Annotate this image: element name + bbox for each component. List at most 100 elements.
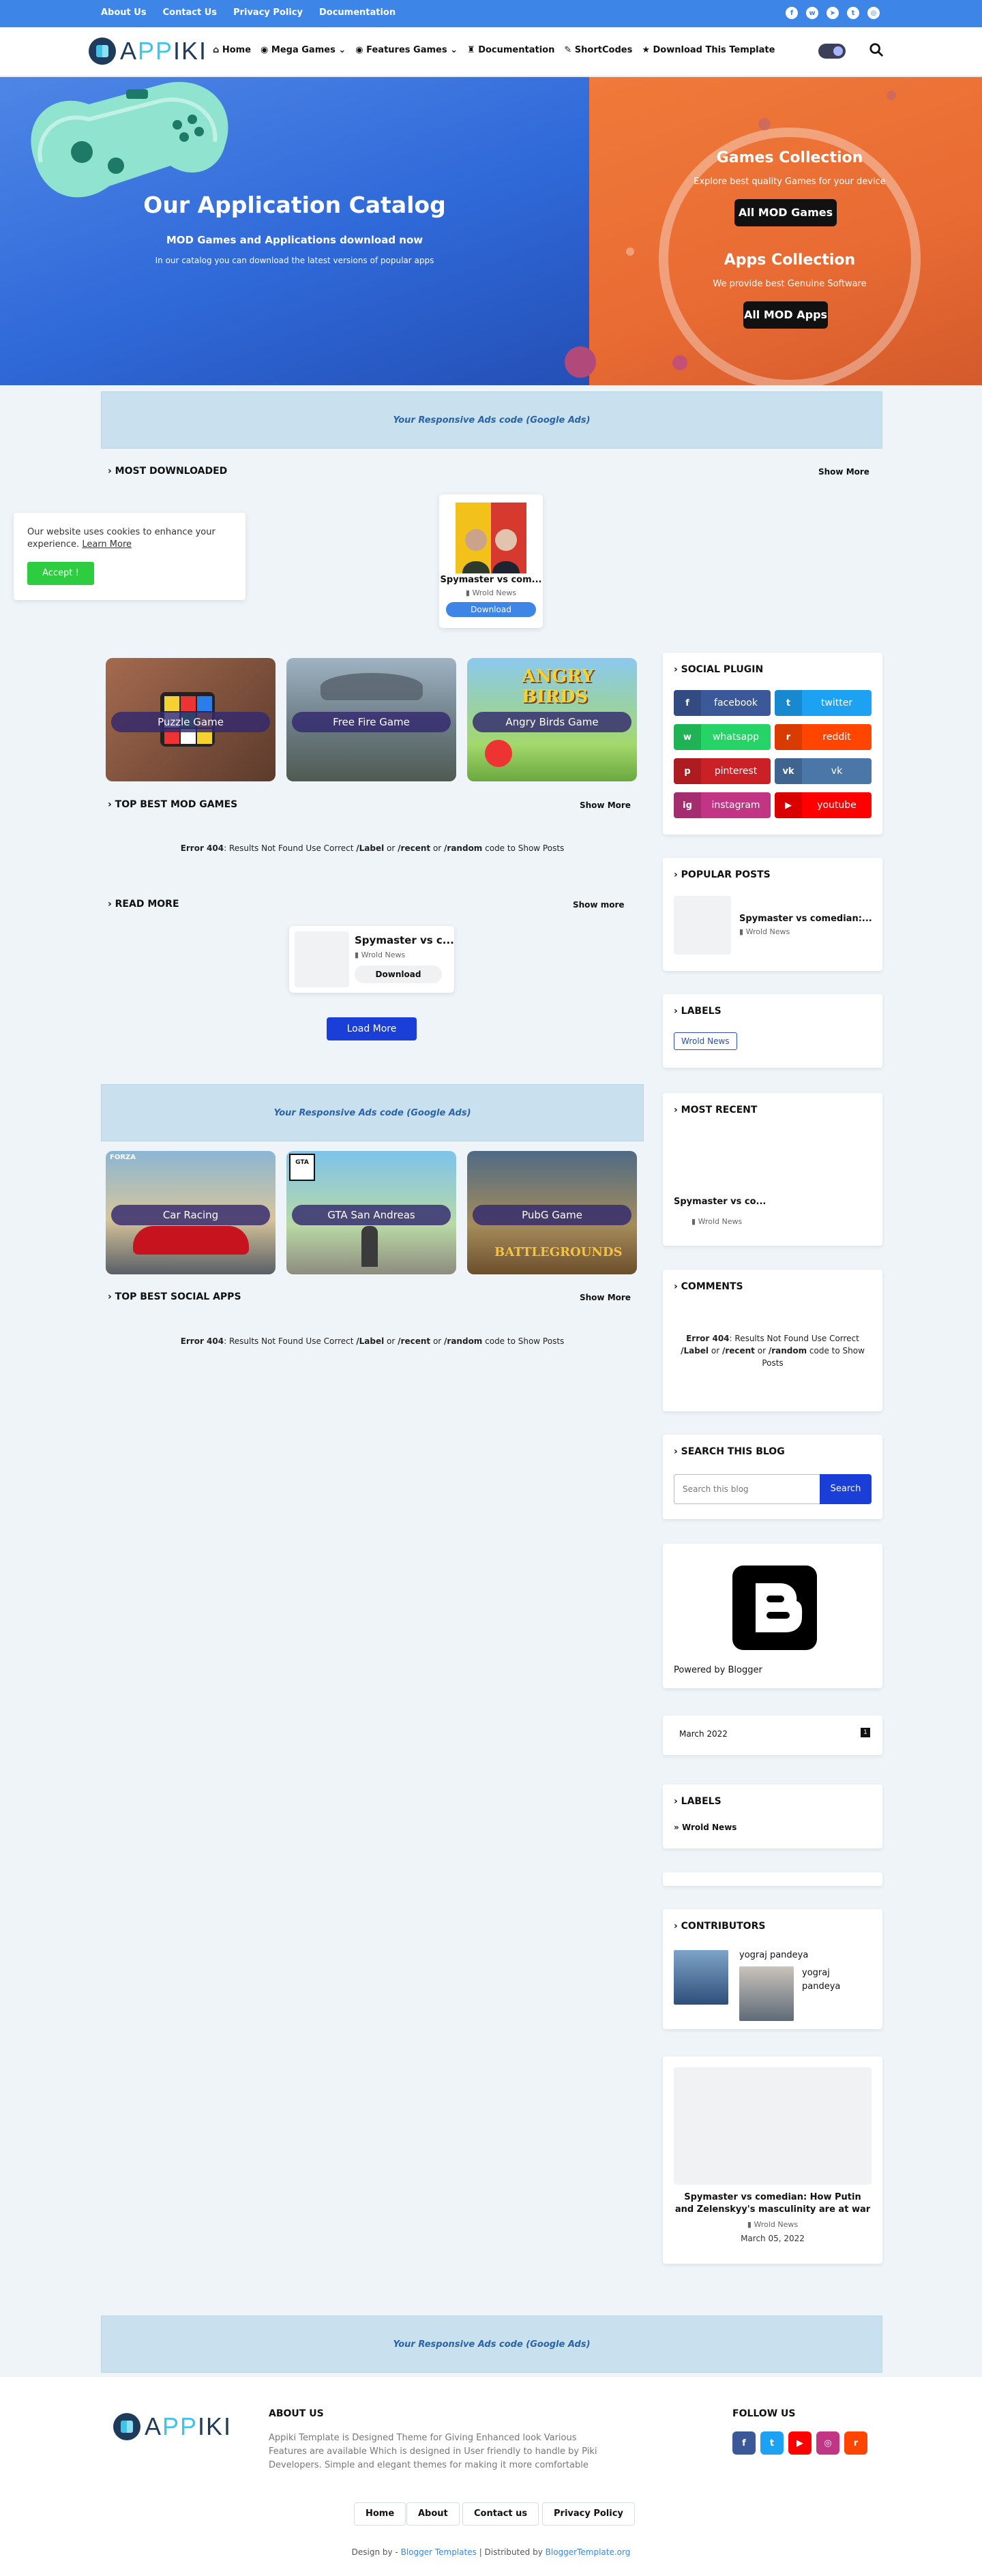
- featured-post-thumbnail[interactable]: [674, 2067, 872, 2185]
- twitter-icon[interactable]: t: [760, 2431, 784, 2455]
- search-input[interactable]: Search this blog: [674, 1474, 820, 1504]
- social-instagram-button[interactable]: ig instagram: [674, 792, 771, 818]
- social-reddit-button[interactable]: r reddit: [775, 724, 872, 750]
- ad-banner-top: Your Responsive Ads code (Google Ads): [101, 391, 882, 449]
- instagram-icon[interactable]: ◎: [867, 7, 880, 19]
- contributor-avatar[interactable]: [739, 1966, 794, 2021]
- angry-bird-shape: [485, 740, 512, 767]
- featured-post-date: March 05, 2022: [741, 2234, 805, 2243]
- dark-mode-toggle[interactable]: [818, 44, 846, 59]
- featured-post-widget: Spymaster vs comedian: How Putin and Zel…: [663, 2056, 882, 2264]
- telegram-icon[interactable]: ➤: [827, 7, 839, 19]
- cookie-learn-more[interactable]: Learn More: [82, 539, 132, 550]
- error-message: Error 404: Results Not Found Use Correct…: [681, 1334, 865, 1368]
- read-more-item-title[interactable]: Spymaster vs c...: [355, 934, 454, 946]
- archive-widget: March 2022 1: [663, 1716, 882, 1755]
- search-icon[interactable]: [869, 42, 884, 57]
- label-chip[interactable]: Wrold News: [674, 1032, 737, 1050]
- youtube-icon[interactable]: ▶: [788, 2431, 812, 2455]
- menu-download-template[interactable]: ★ Download This Template: [642, 45, 775, 55]
- search-widget: SEARCH THIS BLOG Search this blog Search: [663, 1435, 882, 1519]
- menu-features-games[interactable]: ◉ Features Games ⌄: [355, 45, 458, 55]
- social-facebook-button[interactable]: f facebook: [674, 690, 771, 716]
- top-social: f w ➤ t ◎: [786, 7, 880, 19]
- top-link-privacy[interactable]: Privacy Policy: [233, 8, 303, 18]
- read-more-download-button[interactable]: Download: [355, 965, 442, 983]
- footer-logo[interactable]: APPIKI: [113, 2412, 232, 2441]
- gta-logo: GTA: [289, 1154, 315, 1181]
- most-downloaded-item-title[interactable]: Spymaster vs com...: [439, 575, 543, 585]
- social-whatsapp-button[interactable]: w whatsapp: [674, 724, 771, 750]
- most-downloaded-download-button[interactable]: Download: [446, 602, 536, 617]
- category-card-car-racing[interactable]: FORZA Car Racing: [106, 1151, 276, 1274]
- games-collection-title: Games Collection: [716, 149, 863, 166]
- cookie-accept-button[interactable]: Accept !: [27, 562, 94, 585]
- social-plugin-title: SOCIAL PLUGIN: [674, 664, 764, 675]
- powered-by-blogger[interactable]: Powered by Blogger: [674, 1665, 762, 1675]
- social-twitter-button[interactable]: t twitter: [775, 690, 872, 716]
- read-more-show-more[interactable]: Show more: [573, 900, 625, 910]
- contributors-title: CONTRIBUTORS: [674, 1921, 766, 1932]
- popular-post-title[interactable]: Spymaster vs comedian:...: [739, 914, 872, 924]
- footer-link-privacy[interactable]: Privacy Policy: [542, 2502, 635, 2526]
- footer-link-home[interactable]: Home: [354, 2502, 406, 2526]
- most-recent-item-title[interactable]: Spymaster vs co...: [674, 1197, 766, 1207]
- top-link-about[interactable]: About Us: [101, 8, 147, 18]
- contributor-name[interactable]: yograj pandeya: [802, 1966, 857, 1994]
- instagram-icon[interactable]: ◎: [816, 2431, 839, 2455]
- social-youtube-button[interactable]: ▶ youtube: [775, 792, 872, 818]
- twitter-icon[interactable]: t: [847, 7, 859, 19]
- character-shape: [361, 1226, 378, 1267]
- social-vk-button[interactable]: vk vk: [775, 758, 872, 784]
- star-icon: ★: [642, 45, 650, 55]
- category-label: Angry Birds Game: [473, 712, 631, 732]
- labels-list-item[interactable]: » Wrold News: [674, 1823, 736, 1832]
- menu-mega-games[interactable]: ◉ Mega Games ⌄: [261, 45, 346, 55]
- most-downloaded-show-more[interactable]: Show More: [818, 467, 869, 477]
- footer-follow-title: FOLLOW US: [732, 2408, 796, 2419]
- blogger-icon[interactable]: [732, 1566, 817, 1650]
- top-social-apps-show-more[interactable]: Show More: [580, 1293, 631, 1302]
- top-mod-games-show-more[interactable]: Show More: [580, 800, 631, 810]
- contributor-name[interactable]: yograj pandeya: [739, 1950, 808, 1960]
- whatsapp-icon[interactable]: w: [806, 7, 818, 19]
- site-footer: APPIKI ABOUT US Appiki Template is Desig…: [0, 2377, 982, 2576]
- social-pinterest-button[interactable]: p pinterest: [674, 758, 771, 784]
- credit-link-bloggertemplate[interactable]: BloggerTemplate.org: [546, 2547, 631, 2557]
- archive-month[interactable]: March 2022: [679, 1729, 728, 1739]
- menu-shortcodes[interactable]: ✎ ShortCodes: [564, 45, 632, 55]
- popular-posts-title: POPULAR POSTS: [674, 869, 771, 880]
- most-downloaded-card[interactable]: Spymaster vs com... ▮ Wrold News Downloa…: [439, 494, 543, 628]
- facebook-icon[interactable]: f: [786, 7, 798, 19]
- logo-mark: [113, 2413, 140, 2440]
- menu-home[interactable]: ⌂ Home: [213, 45, 251, 55]
- load-more-button[interactable]: Load More: [327, 1017, 417, 1040]
- read-more-card[interactable]: Spymaster vs c... ▮ Wrold News Download: [289, 926, 454, 993]
- category-card-free-fire[interactable]: Free Fire Game: [286, 658, 456, 781]
- top-link-docs[interactable]: Documentation: [319, 8, 396, 18]
- footer-link-about[interactable]: About: [406, 2502, 460, 2526]
- contributor-avatar[interactable]: [674, 1950, 728, 2005]
- category-card-gta[interactable]: GTA GTA San Andreas: [286, 1151, 456, 1274]
- hero-banner: Our Application Catalog MOD Games and Ap…: [0, 77, 982, 385]
- all-mod-apps-button[interactable]: All MOD Apps: [743, 301, 828, 329]
- category-card-puzzle[interactable]: Puzzle Game: [106, 658, 276, 781]
- main-menu: ⌂ Home ◉ Mega Games ⌄ ◉ Features Games ⌄…: [213, 45, 775, 55]
- hero-bubble: [887, 91, 896, 100]
- credit-link-blogger-templates[interactable]: Blogger Templates: [401, 2547, 477, 2557]
- category-card-pubg[interactable]: BATTLEGROUNDS PubG Game: [467, 1151, 637, 1274]
- menu-documentation[interactable]: ♜ Documentation: [467, 45, 554, 55]
- top-link-contact[interactable]: Contact Us: [163, 8, 217, 18]
- site-logo[interactable]: APPIKI: [89, 37, 207, 65]
- category-card-angry-birds[interactable]: ANGRY BIRDS Angry Birds Game: [467, 658, 637, 781]
- archive-count: 1: [861, 1728, 870, 1737]
- footer-link-contact[interactable]: Contact us: [462, 2502, 539, 2526]
- all-mod-games-button[interactable]: All MOD Games: [734, 199, 837, 226]
- bars-icon: ▮: [739, 927, 744, 936]
- ad-banner-bottom: Your Responsive Ads code (Google Ads): [101, 2316, 882, 2373]
- search-button[interactable]: Search: [820, 1474, 872, 1504]
- post-thumbnail: [674, 896, 731, 955]
- reddit-icon[interactable]: r: [844, 2431, 867, 2455]
- featured-post-title[interactable]: Spymaster vs comedian: How Putin and Zel…: [674, 2191, 872, 2216]
- facebook-icon[interactable]: f: [732, 2431, 756, 2455]
